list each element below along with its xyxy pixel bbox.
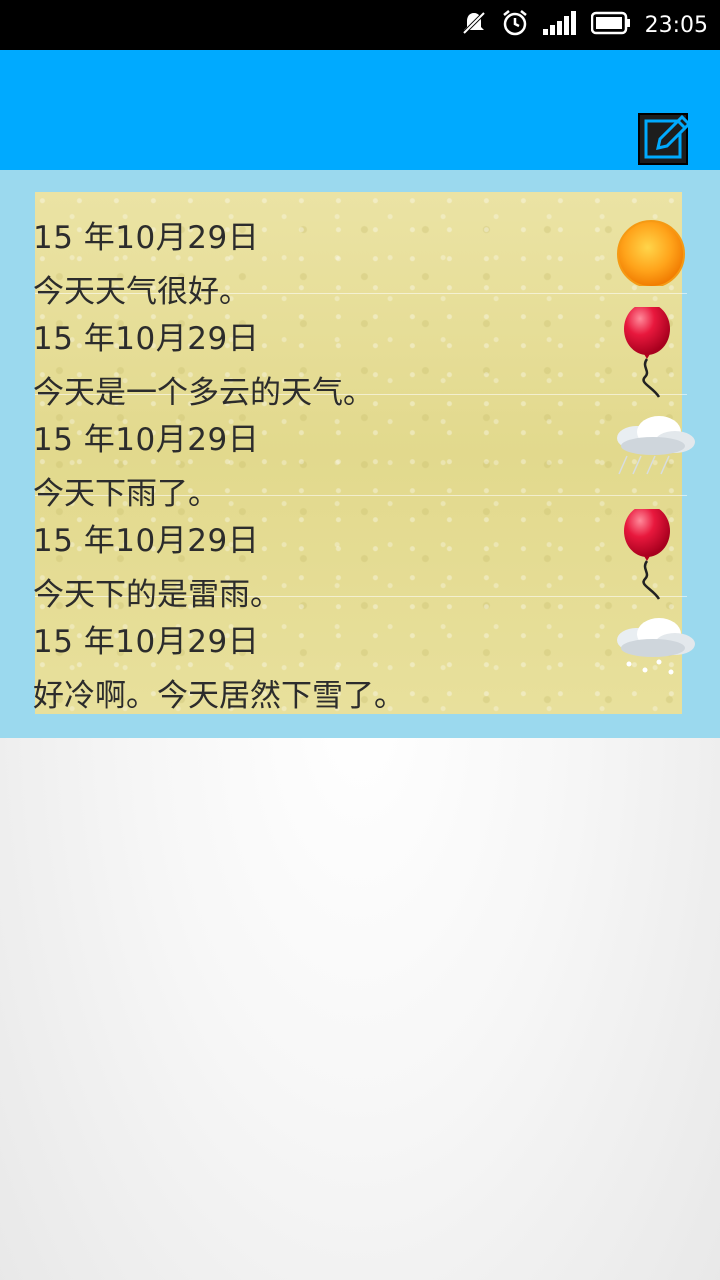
battery-icon xyxy=(590,11,631,39)
diary-list: 15 年10月29日 今天天气很好。 15 年10月29日 今天是一个多云的天气… xyxy=(33,192,695,714)
diary-entry[interactable]: 15 年10月29日 今天下的是雷雨。 xyxy=(33,495,687,613)
entry-text: 好冷啊。今天居然下雪了。 xyxy=(33,678,405,714)
entry-date: 15 年10月29日 xyxy=(33,422,260,458)
alarm-clock-icon xyxy=(501,9,529,41)
sun-icon xyxy=(607,206,687,288)
rain-cloud-icon xyxy=(607,408,695,488)
balloon-icon xyxy=(607,303,687,398)
status-time: 23:05 xyxy=(644,12,708,38)
content-area: 15 年10月29日 今天天气很好。 15 年10月29日 今天是一个多云的天气… xyxy=(0,170,720,738)
entry-date: 15 年10月29日 xyxy=(33,523,260,559)
status-bar: 23:05 xyxy=(0,0,720,50)
diary-entry[interactable]: 15 年10月29日 今天天气很好。 xyxy=(33,192,687,310)
app-bar xyxy=(0,50,720,170)
edit-icon xyxy=(638,113,696,170)
status-icons: 23:05 xyxy=(461,0,708,50)
diary-entry[interactable]: 15 年10月29日 好冷啊。今天居然下雪了。 xyxy=(33,596,695,714)
notifications-muted-icon xyxy=(461,10,487,40)
snow-cloud-icon xyxy=(607,610,695,690)
entry-date: 15 年10月29日 xyxy=(33,624,260,660)
entry-date: 15 年10月29日 xyxy=(33,220,260,256)
signal-strength-icon xyxy=(542,11,577,39)
edit-button[interactable] xyxy=(638,108,696,166)
entry-date: 15 年10月29日 xyxy=(33,321,260,357)
diary-entry[interactable]: 15 年10月29日 今天下雨了。 xyxy=(33,394,695,512)
diary-entry[interactable]: 15 年10月29日 今天是一个多云的天气。 xyxy=(33,293,687,411)
balloon-icon xyxy=(607,505,687,600)
